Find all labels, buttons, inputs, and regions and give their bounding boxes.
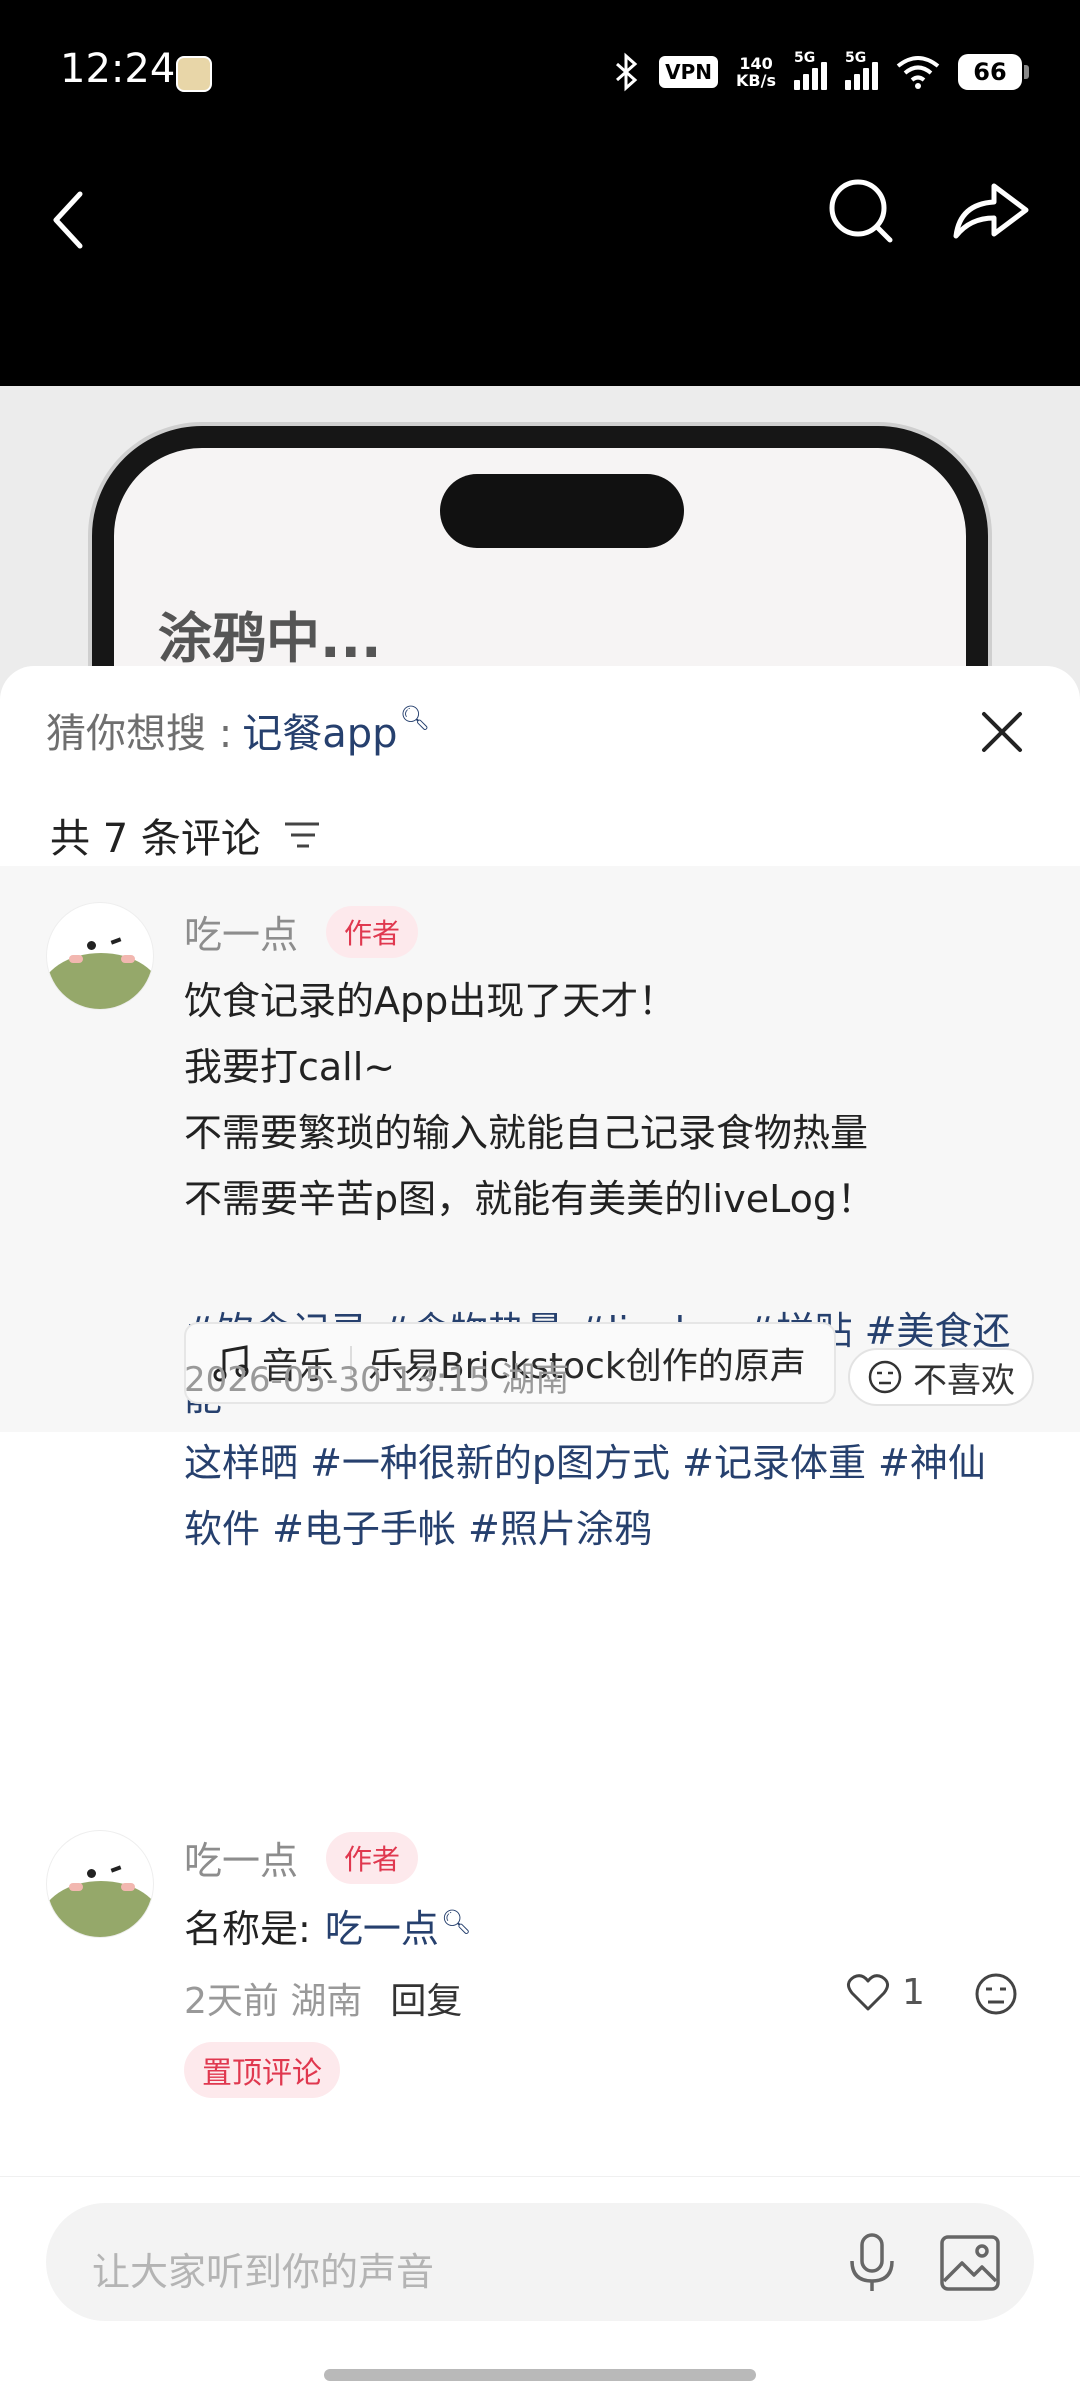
content-line: 我要打call~ bbox=[184, 1045, 396, 1089]
post-image-preview[interactable]: 涂鸦中... bbox=[0, 386, 1080, 706]
content-line: 饮食记录的App出现了天才！ bbox=[184, 979, 677, 1023]
comment-input-bar: 让大家听到你的声音 bbox=[0, 2176, 1080, 2400]
avatar[interactable] bbox=[46, 1830, 154, 1938]
post-content: 饮食记录的App出现了天才！ 我要打call~ 不需要繁琐的输入就能自己记录食物… bbox=[184, 968, 1044, 1562]
phone-mockup: 涂鸦中... bbox=[92, 426, 988, 706]
neutral-face-icon bbox=[868, 1360, 902, 1394]
battery-indicator: 66 bbox=[958, 54, 1029, 90]
neutral-face-icon[interactable] bbox=[974, 1972, 1018, 2016]
comment-count-row: 共 7 条评论 bbox=[50, 806, 321, 864]
signal-1-label: 5G bbox=[794, 50, 816, 66]
signal-2-label: 5G bbox=[845, 50, 867, 66]
net-speed: 140 KB/s bbox=[736, 55, 776, 89]
notification-app-icon bbox=[176, 56, 212, 92]
author-tag: 作者 bbox=[326, 906, 419, 958]
wifi-icon bbox=[896, 56, 940, 89]
net-speed-unit: KB/s bbox=[736, 71, 776, 90]
post-timestamp: 2026-05-30 13:15 湖南 bbox=[184, 1360, 570, 1400]
comment-meta-row: 2天前 湖南 回复 bbox=[184, 1972, 462, 2024]
comment-text-prefix: 名称是: bbox=[184, 1907, 311, 1951]
like-button[interactable]: 1 bbox=[846, 1972, 925, 2013]
search-small-icon: 🔍︎ bbox=[440, 1908, 472, 1936]
search-small-icon: 🔍︎ bbox=[399, 704, 430, 732]
comment-count: 共 7 条评论 bbox=[50, 816, 261, 862]
share-icon[interactable] bbox=[946, 170, 1036, 250]
dislike-button[interactable]: 不喜欢 bbox=[848, 1348, 1034, 1406]
phone-screen-text: 涂鸦中... bbox=[158, 607, 382, 670]
author-tag: 作者 bbox=[326, 1832, 419, 1884]
comments-sheet: 猜你想搜 : 记餐app 🔍︎ 共 7 条评论 吃一点 作者 饮食记录的App出… bbox=[0, 666, 1080, 2400]
home-indicator[interactable] bbox=[324, 2369, 756, 2381]
avatar[interactable] bbox=[46, 902, 154, 1010]
status-indicators: VPN 140 KB/s 5G 5G 66 bbox=[613, 48, 1029, 96]
search-suggestion[interactable]: 猜你想搜 : 记餐app 🔍︎ bbox=[46, 700, 430, 760]
chevron-left-icon[interactable] bbox=[40, 180, 100, 260]
pinned-comment-badge: 置顶评论 bbox=[184, 2042, 340, 2098]
comment-input-placeholder: 让大家听到你的声音 bbox=[92, 2250, 435, 2294]
content-line: 不需要辛苦p图，就能有美美的liveLog！ bbox=[184, 1177, 875, 1221]
search-suggestion-label: 猜你想搜 : bbox=[46, 711, 233, 757]
author-username[interactable]: 吃一点 bbox=[184, 904, 298, 959]
status-time: 12:24 bbox=[60, 46, 176, 92]
comment-search-link[interactable]: 吃一点 bbox=[325, 1907, 439, 1951]
heart-icon bbox=[847, 1973, 889, 2010]
reply-button[interactable]: 回复 bbox=[390, 1972, 462, 2024]
comment-text: 名称是: 吃一点🔍︎ bbox=[184, 1898, 471, 1953]
author-post-block: 吃一点 作者 饮食记录的App出现了天才！ 我要打call~ 不需要繁琐的输入就… bbox=[0, 866, 1080, 1551]
comment-username[interactable]: 吃一点 bbox=[184, 1830, 298, 1885]
hashtag-line[interactable]: 这样晒 #一种很新的p图方式 #记录体重 #神仙 bbox=[184, 1430, 1044, 1496]
vpn-badge: VPN bbox=[659, 56, 719, 88]
dislike-label: 不喜欢 bbox=[913, 1360, 1015, 1401]
comment-time-location: 2天前 湖南 bbox=[184, 1981, 363, 2022]
microphone-icon[interactable] bbox=[842, 2231, 902, 2295]
image-icon[interactable] bbox=[938, 2233, 1002, 2293]
signal-1-icon: 5G bbox=[794, 50, 827, 90]
filter-icon[interactable] bbox=[283, 820, 321, 850]
search-suggestion-term[interactable]: 记餐app bbox=[242, 701, 397, 759]
hashtag-line[interactable]: 软件 #电子手帐 #照片涂鸦 bbox=[184, 1496, 1044, 1562]
dynamic-island bbox=[440, 474, 684, 548]
like-count: 1 bbox=[902, 1972, 925, 2013]
content-line: 不需要繁琐的输入就能自己记录食物热量 bbox=[184, 1111, 869, 1155]
comment-input[interactable]: 让大家听到你的声音 bbox=[46, 2203, 1034, 2321]
close-icon[interactable] bbox=[972, 702, 1032, 762]
status-bar: 12:24 VPN 140 KB/s 5G 5G 66 bbox=[0, 0, 1080, 140]
bluetooth-icon bbox=[616, 52, 638, 92]
search-icon[interactable] bbox=[820, 170, 900, 250]
signal-2-icon: 5G bbox=[845, 50, 878, 90]
top-navigation bbox=[0, 140, 1080, 386]
net-speed-value: 140 bbox=[739, 54, 773, 73]
